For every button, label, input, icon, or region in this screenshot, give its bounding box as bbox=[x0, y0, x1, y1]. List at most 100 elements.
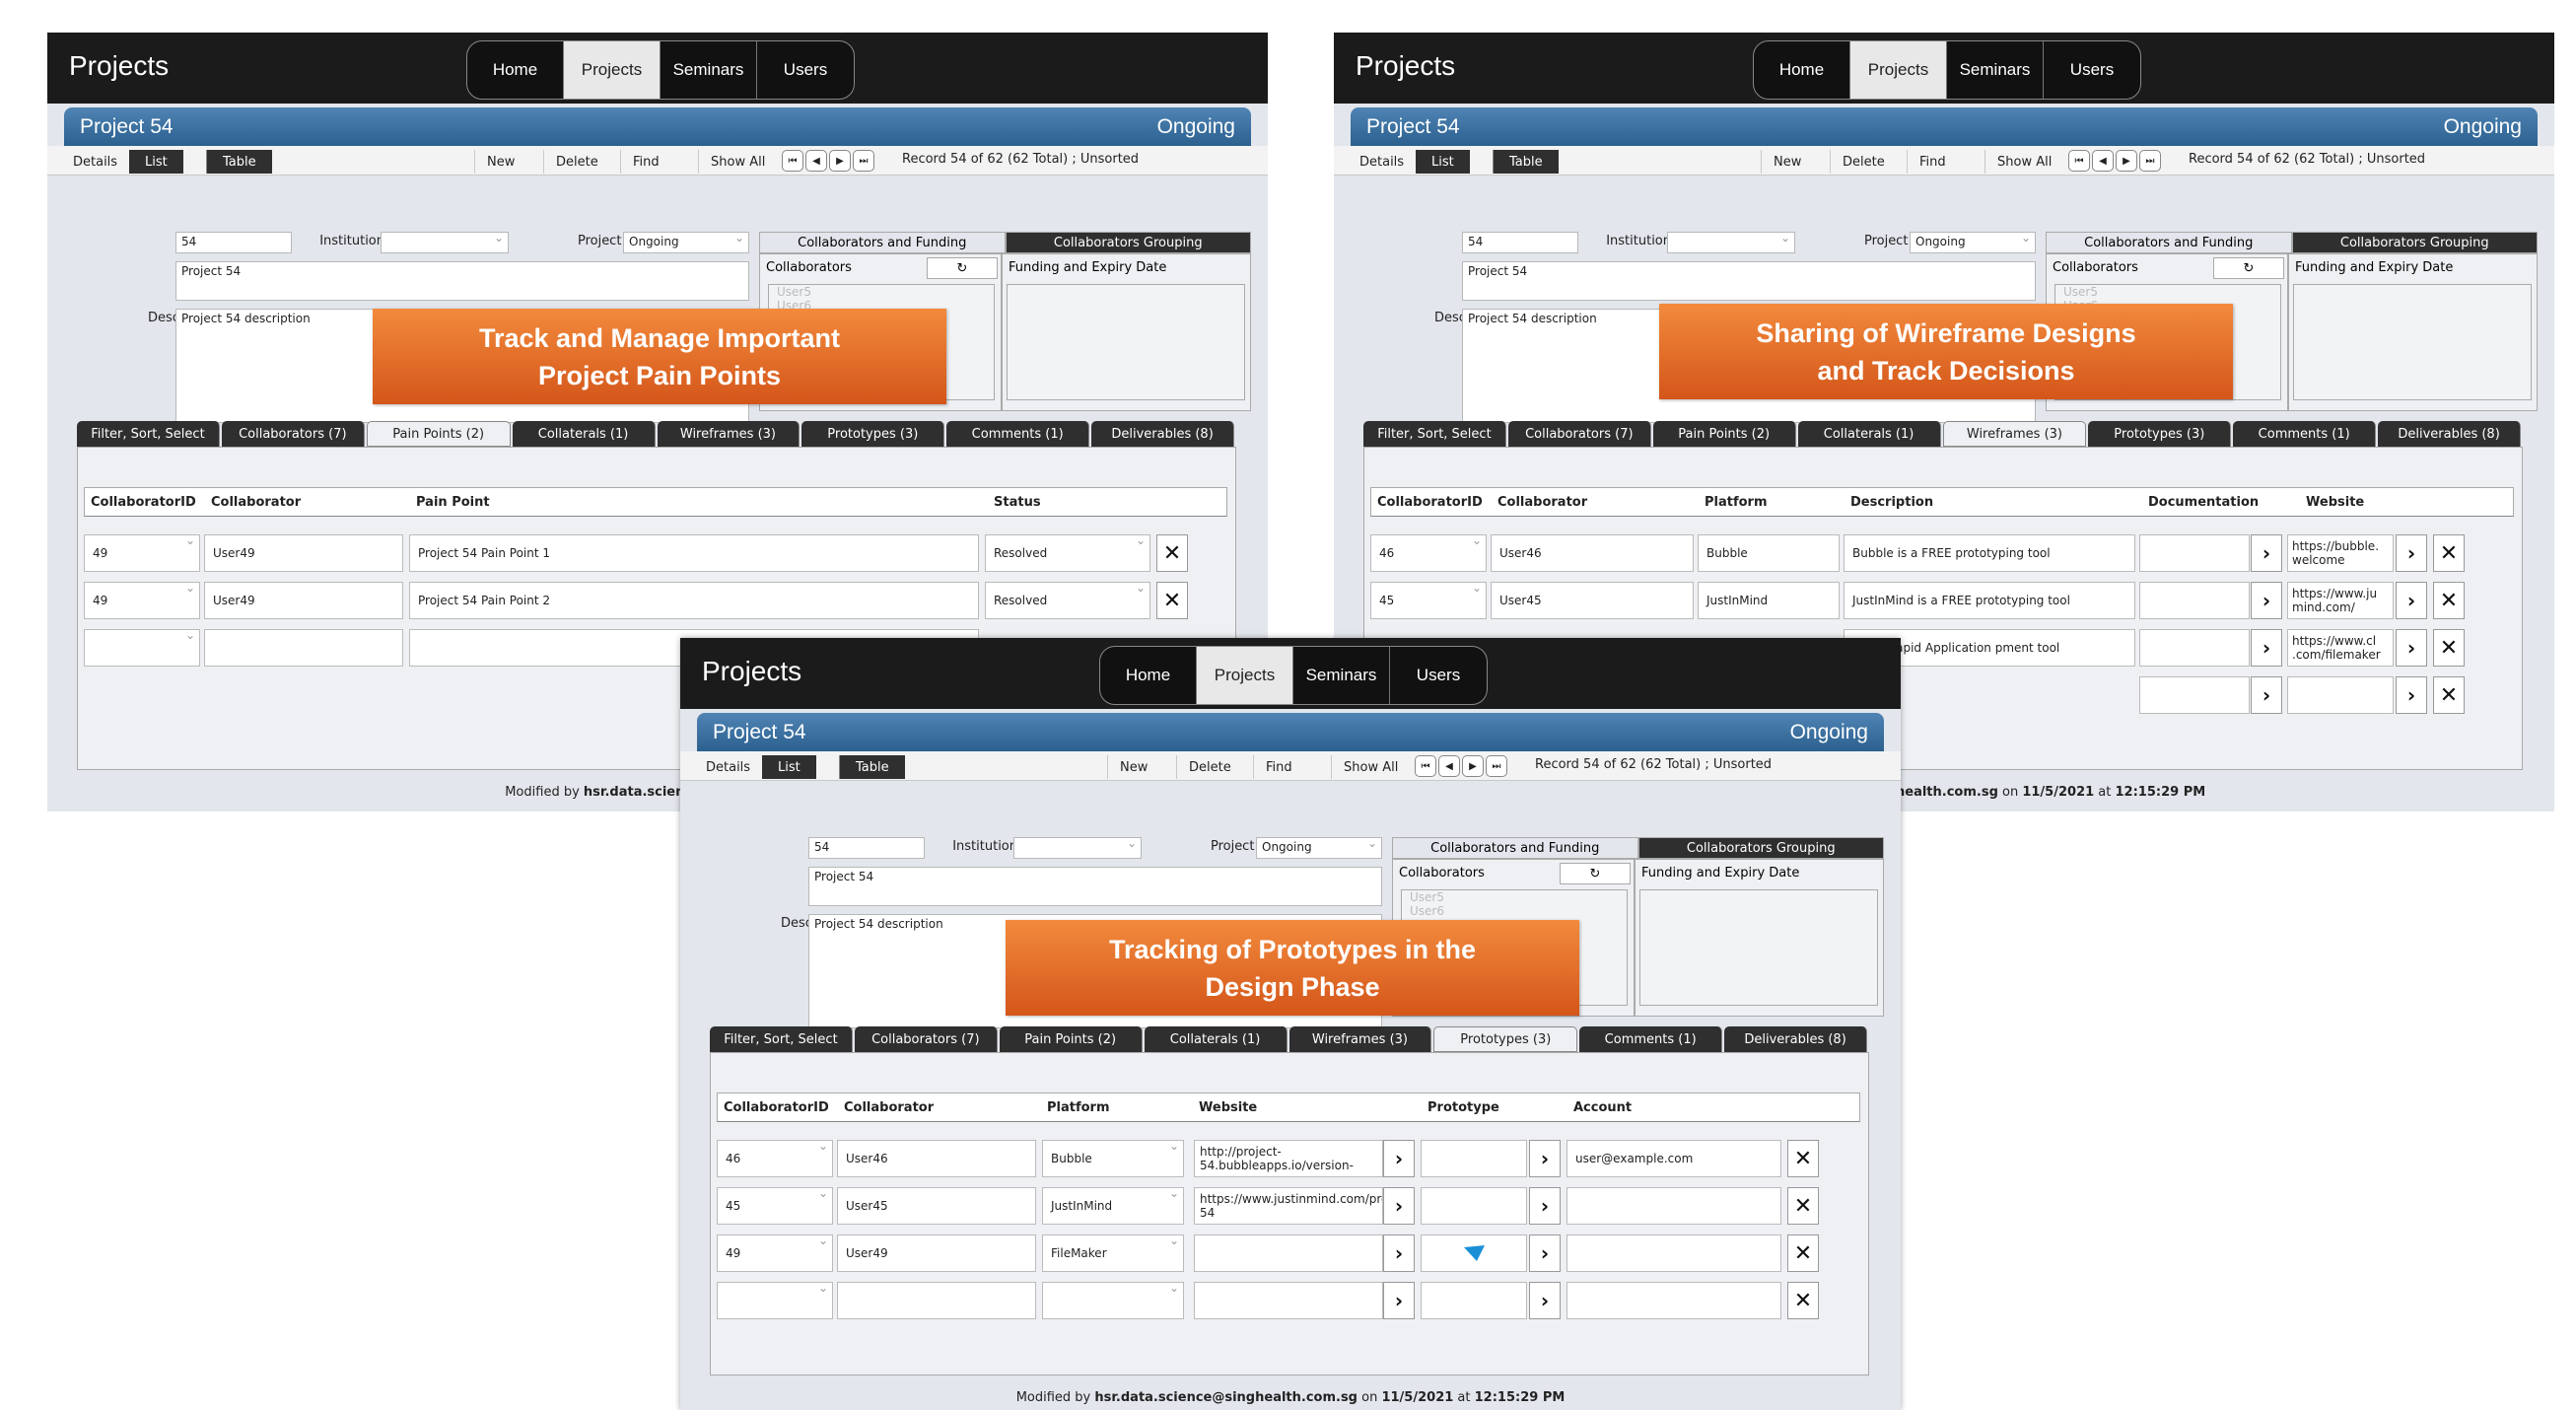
collaborator-cell[interactable]: User46 bbox=[837, 1140, 1036, 1177]
delete-row-icon[interactable]: ✕ bbox=[1787, 1187, 1819, 1225]
idea-id-field[interactable]: 54 bbox=[1462, 232, 1578, 253]
account-cell[interactable]: user@example.com bbox=[1566, 1140, 1781, 1177]
view-table-button[interactable]: Table bbox=[1493, 150, 1559, 174]
website-cell[interactable]: https://www.ju mind.com/ bbox=[2287, 582, 2394, 619]
prev-record-icon[interactable]: ◀ bbox=[2092, 150, 2114, 172]
next-record-icon[interactable]: ▶ bbox=[2116, 150, 2137, 172]
prev-record-icon[interactable]: ◀ bbox=[1438, 755, 1460, 777]
platform-cell[interactable]: Bubble bbox=[1698, 534, 1840, 572]
account-cell[interactable] bbox=[1566, 1282, 1781, 1319]
last-record-icon[interactable]: ⏭ bbox=[2139, 150, 2161, 172]
refresh-button[interactable]: ↻ bbox=[2213, 257, 2284, 279]
description-cell[interactable]: JustInMind is a FREE prototyping tool bbox=[1844, 582, 2135, 619]
open-website-icon[interactable]: › bbox=[2396, 534, 2427, 572]
idea-id-field[interactable]: 54 bbox=[175, 232, 292, 253]
collaborator-id-cell[interactable]: 49 bbox=[84, 582, 200, 619]
collaborator-cell[interactable] bbox=[204, 629, 403, 667]
institution-select[interactable] bbox=[1013, 836, 1142, 859]
find-button[interactable]: Find bbox=[1907, 150, 1968, 174]
nav-seminars[interactable]: Seminars bbox=[661, 41, 757, 99]
status-cell[interactable]: Resolved bbox=[985, 534, 1150, 572]
website-cell[interactable] bbox=[2287, 676, 2394, 714]
open-website-icon[interactable]: › bbox=[1383, 1140, 1415, 1177]
collaborator-cell[interactable]: User49 bbox=[204, 582, 403, 619]
next-record-icon[interactable]: ▶ bbox=[829, 150, 851, 172]
view-details-button[interactable]: Details bbox=[57, 150, 133, 174]
delete-row-icon[interactable]: ✕ bbox=[1787, 1282, 1819, 1319]
tab-prototypes[interactable]: Prototypes (3) bbox=[1433, 1026, 1578, 1052]
platform-cell[interactable] bbox=[1042, 1282, 1184, 1319]
last-record-icon[interactable]: ⏭ bbox=[853, 150, 874, 172]
funding-list[interactable] bbox=[1639, 889, 1878, 1006]
view-list-button[interactable]: List bbox=[1416, 150, 1470, 174]
nav-projects[interactable]: Projects bbox=[1850, 41, 1947, 99]
delete-row-icon[interactable]: ✕ bbox=[1156, 582, 1188, 619]
tab-collaterals[interactable]: Collaterals (1) bbox=[512, 421, 656, 447]
tab-deliverables[interactable]: Deliverables (8) bbox=[1724, 1026, 1867, 1052]
tab-comments[interactable]: Comments (1) bbox=[1579, 1026, 1723, 1052]
tab-prototypes[interactable]: Prototypes (3) bbox=[801, 421, 945, 447]
idea-id-field[interactable]: 54 bbox=[808, 837, 925, 859]
delete-row-icon[interactable]: ✕ bbox=[2433, 676, 2465, 714]
nav-users[interactable]: Users bbox=[1390, 647, 1487, 704]
show-all-button[interactable]: Show All bbox=[1984, 150, 2063, 174]
open-website-icon[interactable]: › bbox=[1383, 1187, 1415, 1225]
tab-collaborators-grouping[interactable]: Collaborators Grouping bbox=[1637, 837, 1884, 859]
prototype-cell[interactable] bbox=[1421, 1140, 1527, 1177]
tab-collaborators-grouping[interactable]: Collaborators Grouping bbox=[1005, 232, 1251, 253]
collaborator-id-cell[interactable]: 46 bbox=[1370, 534, 1487, 572]
prototype-cell[interactable] bbox=[1421, 1282, 1527, 1319]
delete-button[interactable]: Delete bbox=[1830, 150, 1907, 174]
description-cell[interactable]: Bubble is a FREE prototyping tool bbox=[1844, 534, 2135, 572]
tab-collaterals[interactable]: Collaterals (1) bbox=[1144, 1026, 1288, 1052]
delete-row-icon[interactable]: ✕ bbox=[1787, 1234, 1819, 1272]
delete-button[interactable]: Delete bbox=[1176, 755, 1253, 779]
documentation-cell[interactable] bbox=[2139, 629, 2250, 667]
open-prototype-icon[interactable]: › bbox=[1529, 1140, 1561, 1177]
institution-select[interactable] bbox=[381, 231, 509, 253]
collaborator-id-cell[interactable]: 46 bbox=[717, 1140, 833, 1177]
tab-comments[interactable]: Comments (1) bbox=[946, 421, 1090, 447]
open-documentation-icon[interactable]: › bbox=[2251, 629, 2282, 667]
open-documentation-icon[interactable]: › bbox=[2251, 676, 2282, 714]
documentation-cell[interactable] bbox=[2139, 534, 2250, 572]
view-list-button[interactable]: List bbox=[129, 150, 183, 174]
view-table-button[interactable]: Table bbox=[839, 755, 905, 779]
new-button[interactable]: New bbox=[474, 150, 543, 174]
collaborator-cell[interactable]: User49 bbox=[837, 1234, 1036, 1272]
view-table-button[interactable]: Table bbox=[206, 150, 272, 174]
view-details-button[interactable]: Details bbox=[1344, 150, 1420, 174]
pain-point-cell[interactable]: Project 54 Pain Point 1 bbox=[409, 534, 979, 572]
open-prototype-icon[interactable]: › bbox=[1529, 1234, 1561, 1272]
view-list-button[interactable]: List bbox=[762, 755, 816, 779]
project-status-select[interactable]: Ongoing bbox=[623, 231, 749, 253]
last-record-icon[interactable]: ⏭ bbox=[1486, 755, 1507, 777]
delete-row-icon[interactable]: ✕ bbox=[1787, 1140, 1819, 1177]
project-status-select[interactable]: Ongoing bbox=[1256, 836, 1382, 859]
tab-deliverables[interactable]: Deliverables (8) bbox=[1091, 421, 1234, 447]
institution-select[interactable] bbox=[1667, 231, 1795, 253]
delete-row-icon[interactable]: ✕ bbox=[2433, 534, 2465, 572]
website-cell[interactable]: https://www.justinmind.com/project-54 bbox=[1194, 1187, 1383, 1225]
funding-list[interactable] bbox=[1007, 284, 1245, 400]
website-cell[interactable] bbox=[1194, 1282, 1383, 1319]
nav-users[interactable]: Users bbox=[2044, 41, 2140, 99]
open-documentation-icon[interactable]: › bbox=[2251, 582, 2282, 619]
first-record-icon[interactable]: ⏮ bbox=[782, 150, 803, 172]
open-documentation-icon[interactable]: › bbox=[2251, 534, 2282, 572]
collaborator-cell[interactable]: User45 bbox=[837, 1187, 1036, 1225]
collaborator-id-cell[interactable]: 49 bbox=[717, 1234, 833, 1272]
collaborator-cell[interactable]: User49 bbox=[204, 534, 403, 572]
prev-record-icon[interactable]: ◀ bbox=[805, 150, 827, 172]
prototype-cell[interactable] bbox=[1421, 1234, 1527, 1272]
collaborator-cell[interactable]: User46 bbox=[1491, 534, 1694, 572]
tab-collaborators[interactable]: Collaborators (7) bbox=[854, 1026, 998, 1052]
tab-filter[interactable]: Filter, Sort, Select bbox=[1363, 421, 1506, 447]
documentation-cell[interactable] bbox=[2139, 676, 2250, 714]
refresh-button[interactable]: ↻ bbox=[927, 257, 998, 279]
account-cell[interactable] bbox=[1566, 1234, 1781, 1272]
tab-collaborators[interactable]: Collaborators (7) bbox=[221, 421, 365, 447]
delete-row-icon[interactable]: ✕ bbox=[2433, 629, 2465, 667]
tab-pain-points[interactable]: Pain Points (2) bbox=[366, 421, 511, 447]
first-record-icon[interactable]: ⏮ bbox=[1415, 755, 1436, 777]
